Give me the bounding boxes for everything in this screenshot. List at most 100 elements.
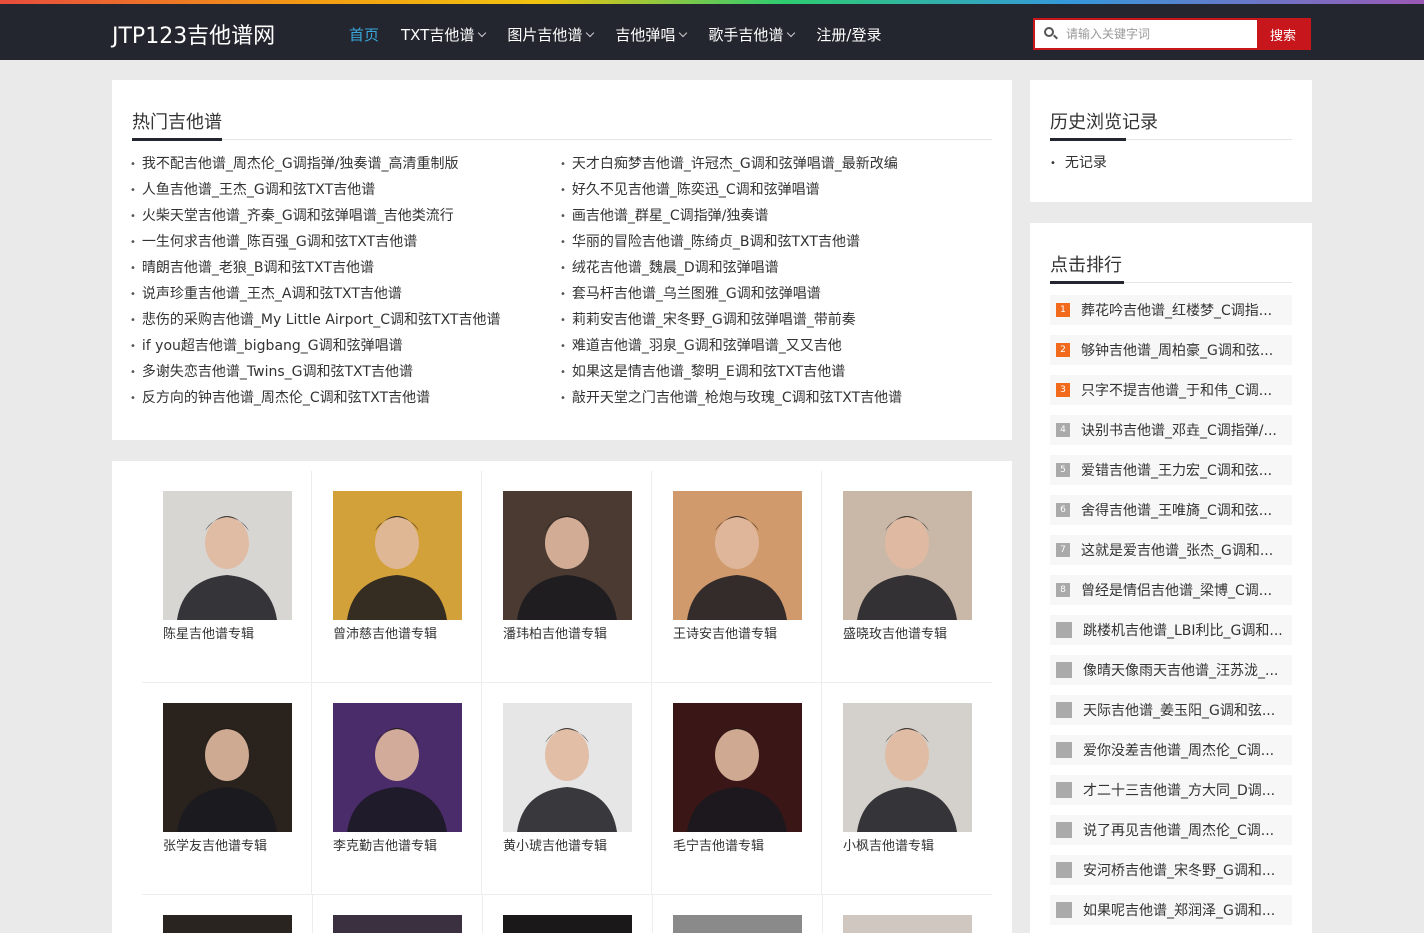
nav-item-3[interactable]: 吉他弹唱 [615, 24, 688, 45]
rank-link[interactable]: 只字不提吉他谱_于和伟_C调... [1081, 380, 1291, 400]
singer-photo[interactable] [333, 703, 462, 832]
hot-link[interactable]: 莉莉安吉他谱_宋冬野_G调和弦弹唱谱_带前奏 [560, 307, 902, 333]
rank-number-badge: 2 [1056, 343, 1070, 357]
rank-link[interactable]: 诀别书吉他谱_邓垚_C调指弹/... [1081, 420, 1291, 440]
hot-link[interactable]: 套马杆吉他谱_乌兰图雅_G调和弦弹唱谱 [560, 281, 902, 307]
rank-link[interactable]: 说了再见吉他谱_周杰伦_C调... [1083, 820, 1292, 840]
singer-photo[interactable] [503, 703, 632, 832]
hot-link[interactable]: 敲开天堂之门吉他谱_枪炮与玫瑰_C调和弦TXT吉他谱 [560, 385, 902, 411]
rank-link[interactable]: 够钟吉他谱_周柏豪_G调和弦... [1081, 340, 1291, 360]
hot-link[interactable]: 多谢失恋吉他谱_Twins_G调和弦TXT吉他谱 [130, 359, 501, 385]
rank-item[interactable]: 安河桥吉他谱_宋冬野_G调和... [1050, 855, 1292, 885]
singer-card[interactable]: 张学友吉他谱专辑 [142, 683, 312, 895]
rank-item[interactable]: 如果呢吉他谱_郑润泽_G调和... [1050, 895, 1292, 925]
rank-item[interactable]: 7 这就是爱吉他谱_张杰_G调和... [1050, 535, 1292, 565]
rank-item[interactable]: 4 诀别书吉他谱_邓垚_C调指弹/... [1050, 415, 1292, 445]
hot-link[interactable]: if you超吉他谱_bigbang_G调和弦弹唱谱 [130, 333, 501, 359]
rank-link[interactable]: 安河桥吉他谱_宋冬野_G调和... [1083, 860, 1292, 880]
rank-item[interactable]: 6 舍得吉他谱_王唯旖_C调和弦... [1050, 495, 1292, 525]
singer-name[interactable]: 毛宁吉他谱专辑 [673, 835, 764, 854]
singer-card[interactable]: 李克勤吉他谱专辑 [312, 683, 482, 895]
singer-card[interactable]: 陈星吉他谱专辑 [142, 471, 312, 683]
singer-card[interactable]: 王诗安吉他谱专辑 [652, 471, 822, 683]
hot-link[interactable]: 如果这是情吉他谱_黎明_E调和弦TXT吉他谱 [560, 359, 902, 385]
singer-photo[interactable] [333, 491, 462, 620]
hot-link[interactable]: 华丽的冒险吉他谱_陈绮贞_B调和弦TXT吉他谱 [560, 229, 902, 255]
rank-item[interactable]: 3 只字不提吉他谱_于和伟_C调... [1050, 375, 1292, 405]
singer-name[interactable]: 小枫吉他谱专辑 [843, 835, 934, 854]
nav-item-5[interactable]: 注册/登录 [816, 24, 881, 45]
singer-card[interactable]: 小枫吉他谱专辑 [822, 683, 992, 895]
nav-item-1[interactable]: TXT吉他谱 [401, 24, 487, 45]
rank-link[interactable]: 天际吉他谱_姜玉阳_G调和弦... [1083, 700, 1292, 720]
rank-link[interactable]: 跳楼机吉他谱_LBI利比_G调和... [1083, 620, 1292, 640]
rank-item[interactable]: 跳楼机吉他谱_LBI利比_G调和... [1050, 615, 1292, 645]
hot-link[interactable]: 悲伤的采购吉他谱_My Little Airport_C调和弦TXT吉他谱 [130, 307, 501, 333]
hot-link[interactable]: 一生何求吉他谱_陈百强_G调和弦TXT吉他谱 [130, 229, 501, 255]
hot-link[interactable]: 晴朗吉他谱_老狼_B调和弦TXT吉他谱 [130, 255, 501, 281]
hot-link[interactable]: 我不配吉他谱_周杰伦_G调指弹/独奏谱_高清重制版 [130, 151, 501, 177]
singer-card[interactable]: 曾沛慈吉他谱专辑 [312, 471, 482, 683]
singer-name[interactable]: 李克勤吉他谱专辑 [333, 835, 437, 854]
rank-number-badge [1056, 662, 1072, 678]
singer-card[interactable]: 盛晓玫吉他谱专辑 [822, 471, 992, 683]
rank-link[interactable]: 像晴天像雨天吉他谱_汪苏泷_... [1083, 660, 1292, 680]
singer-photo[interactable] [163, 703, 292, 832]
singer-photo[interactable] [843, 915, 972, 933]
hot-link[interactable]: 难道吉他谱_羽泉_G调和弦弹唱谱_又又吉他 [560, 333, 902, 359]
hot-link[interactable]: 火柴天堂吉他谱_齐秦_G调和弦弹唱谱_吉他类流行 [130, 203, 501, 229]
rank-link[interactable]: 舍得吉他谱_王唯旖_C调和弦... [1081, 500, 1291, 520]
singer-name[interactable]: 潘玮柏吉他谱专辑 [503, 623, 607, 642]
singer-photo[interactable] [163, 915, 292, 933]
rank-item[interactable]: 像晴天像雨天吉他谱_汪苏泷_... [1050, 655, 1292, 685]
singer-photo[interactable] [673, 915, 802, 933]
hot-link[interactable]: 反方向的钟吉他谱_周杰伦_C调和弦TXT吉他谱 [130, 385, 501, 411]
singer-photo[interactable] [843, 703, 972, 832]
divider [132, 139, 992, 140]
singer-photo[interactable] [673, 703, 802, 832]
singer-photo[interactable] [673, 491, 802, 620]
singer-photo[interactable] [843, 491, 972, 620]
search-input[interactable] [1066, 27, 1246, 41]
rank-link[interactable]: 葬花吟吉他谱_红楼梦_C调指... [1081, 300, 1291, 320]
singer-name[interactable]: 陈星吉他谱专辑 [163, 623, 254, 642]
rank-item[interactable]: 才二十三吉他谱_方大同_D调... [1050, 775, 1292, 805]
rank-item[interactable]: 8 曾经是情侣吉他谱_梁博_C调... [1050, 575, 1292, 605]
rank-item[interactable]: 说了再见吉他谱_周杰伦_C调... [1050, 815, 1292, 845]
rank-item[interactable]: 5 爱错吉他谱_王力宏_C调和弦... [1050, 455, 1292, 485]
singer-photo[interactable] [503, 915, 632, 933]
rank-item[interactable]: 1 葬花吟吉他谱_红楼梦_C调指... [1050, 295, 1292, 325]
hot-link[interactable]: 绒花吉他谱_魏晨_D调和弦弹唱谱 [560, 255, 902, 281]
site-logo[interactable]: JTP123吉他谱网 [112, 18, 275, 50]
rank-link[interactable]: 曾经是情侣吉他谱_梁博_C调... [1081, 580, 1291, 600]
singer-card[interactable]: 潘玮柏吉他谱专辑 [482, 471, 652, 683]
singer-photo[interactable] [503, 491, 632, 620]
singer-photo[interactable] [163, 491, 292, 620]
nav-item-2[interactable]: 图片吉他谱 [507, 24, 595, 45]
singer-name[interactable]: 曾沛慈吉他谱专辑 [333, 623, 437, 642]
singer-name[interactable]: 张学友吉他谱专辑 [163, 835, 267, 854]
singer-photo[interactable] [333, 915, 462, 933]
hot-link[interactable]: 人鱼吉他谱_王杰_G调和弦TXT吉他谱 [130, 177, 501, 203]
rank-item[interactable]: 爱你没差吉他谱_周杰伦_C调... [1050, 735, 1292, 765]
rank-link[interactable]: 爱你没差吉他谱_周杰伦_C调... [1083, 740, 1292, 760]
rank-item[interactable]: 天际吉他谱_姜玉阳_G调和弦... [1050, 695, 1292, 725]
rank-link[interactable]: 这就是爱吉他谱_张杰_G调和... [1081, 540, 1291, 560]
hot-link[interactable]: 说声珍重吉他谱_王杰_A调和弦TXT吉他谱 [130, 281, 501, 307]
hot-link[interactable]: 天才白痴梦吉他谱_许冠杰_G调和弦弹唱谱_最新改编 [560, 151, 902, 177]
singer-name[interactable]: 王诗安吉他谱专辑 [673, 623, 777, 642]
singer-name[interactable]: 盛晓玫吉他谱专辑 [843, 623, 947, 642]
nav-item-0[interactable]: 首页 [349, 24, 379, 45]
rank-link[interactable]: 爱错吉他谱_王力宏_C调和弦... [1081, 460, 1291, 480]
singer-albums-panel: 陈星吉他谱专辑 曾沛慈吉他谱专辑 潘玮柏吉他谱专辑 王诗安吉他谱专辑 盛晓玫吉他谱专辑张… [112, 461, 1012, 933]
singer-name[interactable]: 黄小琥吉他谱专辑 [503, 835, 607, 854]
hot-link[interactable]: 好久不见吉他谱_陈奕迅_C调和弦弹唱谱 [560, 177, 902, 203]
hot-link[interactable]: 画吉他谱_群星_C调指弹/独奏谱 [560, 203, 902, 229]
search-button[interactable]: 搜索 [1257, 20, 1309, 48]
rank-link[interactable]: 才二十三吉他谱_方大同_D调... [1083, 780, 1292, 800]
singer-card[interactable]: 毛宁吉他谱专辑 [652, 683, 822, 895]
rank-item[interactable]: 2 够钟吉他谱_周柏豪_G调和弦... [1050, 335, 1292, 365]
rank-link[interactable]: 如果呢吉他谱_郑润泽_G调和... [1083, 900, 1292, 920]
singer-card[interactable]: 黄小琥吉他谱专辑 [482, 683, 652, 895]
nav-item-4[interactable]: 歌手吉他谱 [708, 24, 796, 45]
